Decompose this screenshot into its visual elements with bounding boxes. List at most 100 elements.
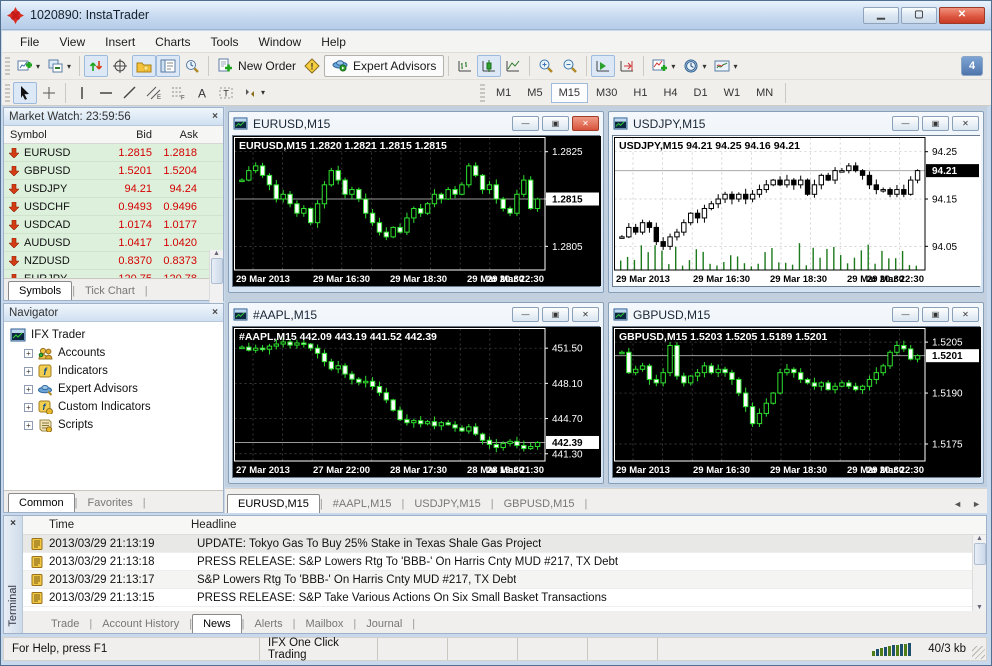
chart-window-eurusdm15[interactable]: EURUSD,M15—▣✕1.28251.28151.28051.2815EUR… <box>228 111 604 293</box>
chart-canvas[interactable]: 451.50 448.10 444.70 441.30 442.39 #AAPL,M15 … <box>232 326 601 478</box>
chart-canvas[interactable]: 1.28251.28151.28051.2815EURUSD,M15 1.282… <box>232 135 601 287</box>
auto-scroll-toggle[interactable] <box>591 55 616 77</box>
timeframe-d1[interactable]: D1 <box>686 83 716 103</box>
minimize-button[interactable]: ▁ <box>863 6 899 24</box>
chart-plot-eurusdm15[interactable]: 1.28251.28151.28051.2815EURUSD,M15 1.282… <box>233 136 601 286</box>
navigator-close-icon[interactable]: × <box>212 307 218 318</box>
terminal-tab-account-history[interactable]: Account History <box>92 615 189 633</box>
navigator-root[interactable]: IFX Trader <box>10 326 223 344</box>
market-watch-row-nzdusd[interactable]: NZDUSD 0.8370 0.8373 <box>4 252 223 270</box>
chart-window-titlebar[interactable]: EURUSD,M15 — ▣ ✕ <box>229 112 603 135</box>
line-chart-mode-button[interactable] <box>501 55 525 77</box>
cursor-tool[interactable] <box>13 81 37 104</box>
market-watch-row-gbpusd[interactable]: GBPUSD 1.5201 1.5204 <box>4 162 223 180</box>
expand-icon[interactable]: + <box>24 348 33 358</box>
chart-tab-usdjpy,m15[interactable]: USDJPY,M15 <box>404 495 490 513</box>
chart-restore-button[interactable]: ▣ <box>922 116 949 131</box>
column-time[interactable]: Time <box>23 519 191 531</box>
menu-view[interactable]: View <box>49 33 95 51</box>
metaeditor-button[interactable]: ! <box>300 55 324 77</box>
chart-canvas[interactable]: 94.25 94.15 94.05 94.21 USDJPY,M15 94.21 94.… <box>612 135 981 287</box>
chart-restore-button[interactable]: ▣ <box>542 307 569 322</box>
chart-close-button[interactable]: ✕ <box>572 307 599 322</box>
channel-tool[interactable]: E <box>142 82 166 104</box>
news-row[interactable]: 2013/03/29 21:13:15 PRESS RELEASE: S&P Ta… <box>23 589 986 607</box>
templates-button[interactable]: ▾ <box>710 55 741 77</box>
menu-insert[interactable]: Insert <box>95 33 145 51</box>
scroll-right-icon[interactable]: ► <box>972 499 981 509</box>
chart-window-titlebar[interactable]: GBPUSD,M15 — ▣ ✕ <box>609 303 983 326</box>
status-one-click-trading[interactable]: IFX One Click Trading <box>260 637 378 661</box>
column-bid[interactable]: Bid <box>96 129 152 141</box>
toolbar-grip[interactable] <box>5 57 10 75</box>
candlestick-mode-button[interactable] <box>477 55 502 77</box>
menu-tools[interactable]: Tools <box>201 33 249 51</box>
navigator-toggle[interactable] <box>132 55 157 77</box>
toolbar-grip[interactable] <box>480 83 486 102</box>
timeframe-h4[interactable]: H4 <box>655 83 685 103</box>
chart-minimize-button[interactable]: — <box>892 116 919 131</box>
timeframe-mn[interactable]: MN <box>748 83 781 103</box>
strategy-tester-button[interactable] <box>180 55 204 77</box>
chart-close-button[interactable]: ✕ <box>952 116 979 131</box>
timeframe-m5[interactable]: M5 <box>519 83 550 103</box>
chart-minimize-button[interactable]: — <box>892 307 919 322</box>
zoom-out-button[interactable] <box>558 55 582 77</box>
chart-restore-button[interactable]: ▣ <box>922 307 949 322</box>
market-watch-row-eurusd[interactable]: EURUSD 1.2815 1.2818 <box>4 144 223 162</box>
chart-shift-button[interactable] <box>615 55 639 77</box>
menu-help[interactable]: Help <box>311 33 356 51</box>
expand-icon[interactable]: + <box>24 402 33 412</box>
market-watch-toggle[interactable] <box>84 55 109 77</box>
chart-window-gbpusdm15[interactable]: GBPUSD,M15 — ▣ ✕ 1.5205 1.5190 1.5175 1.5201 GBP… <box>608 302 984 484</box>
tab-tick-chart[interactable]: Tick Chart <box>75 282 145 300</box>
timeframe-m1[interactable]: M1 <box>488 83 519 103</box>
indicators-button[interactable]: ▾ <box>648 55 679 77</box>
chart-close-button[interactable]: ✕ <box>952 307 979 322</box>
tab-symbols[interactable]: Symbols <box>8 281 73 300</box>
maximize-button[interactable]: ▢ <box>901 6 937 24</box>
chart-tab-#aapl,m15[interactable]: #AAPL,M15 <box>323 495 402 513</box>
chart-window-titlebar[interactable]: #AAPL,M15 — ▣ ✕ <box>229 303 603 326</box>
zoom-in-button[interactable] <box>534 55 558 77</box>
menu-file[interactable]: File <box>10 33 49 51</box>
navigator-item-accounts[interactable]: + Accounts <box>10 344 223 362</box>
new-chart-button[interactable]: ▾ <box>13 55 44 77</box>
tab-common[interactable]: Common <box>8 493 75 512</box>
data-window-button[interactable] <box>108 55 132 77</box>
new-order-button[interactable]: New Order <box>213 55 300 77</box>
chart-tab-gbpusd,m15[interactable]: GBPUSD,M15 <box>494 495 585 513</box>
terminal-tab-mailbox[interactable]: Mailbox <box>295 615 353 633</box>
expert-advisors-button[interactable]: Expert Advisors <box>324 55 445 77</box>
column-symbol[interactable]: Symbol <box>4 129 96 141</box>
toolbar-grip[interactable] <box>5 83 10 102</box>
news-row[interactable]: 2013/03/29 21:13:17 S&P Lowers Rtg To 'BB… <box>23 571 986 589</box>
chart-canvas[interactable]: 1.5205 1.5190 1.5175 1.5201 GBPUSD,M15 1.520… <box>612 326 981 478</box>
navigator-item-custom-indicators[interactable]: + f Custom Indicators <box>10 398 223 416</box>
market-watch-row-audusd[interactable]: AUDUSD 1.0417 1.0420 <box>4 234 223 252</box>
text-tool[interactable]: A <box>190 82 214 104</box>
timeframe-w1[interactable]: W1 <box>716 83 749 103</box>
column-ask[interactable]: Ask <box>152 129 200 141</box>
timeframe-h1[interactable]: H1 <box>625 83 655 103</box>
news-row[interactable]: 2013/03/29 21:13:18 PRESS RELEASE: S&P Lo… <box>23 553 986 571</box>
terminal-tab-journal[interactable]: Journal <box>356 615 412 633</box>
notification-badge[interactable]: 4 <box>961 56 983 76</box>
menu-charts[interactable]: Charts <box>145 33 200 51</box>
fibonacci-tool[interactable]: F <box>166 82 190 104</box>
crosshair-tool[interactable] <box>37 82 61 104</box>
menu-window[interactable]: Window <box>249 33 312 51</box>
expand-icon[interactable]: + <box>24 366 33 376</box>
expand-icon[interactable]: + <box>24 420 33 430</box>
chart-window-aaplm15[interactable]: #AAPL,M15 — ▣ ✕ 451.50 448.10 444.70 441.30 442.… <box>228 302 604 484</box>
scroll-left-icon[interactable]: ◄ <box>953 499 962 509</box>
trendline-tool[interactable] <box>118 82 142 104</box>
chart-close-button[interactable]: ✕ <box>572 116 599 131</box>
navigator-item-scripts[interactable]: + Scripts <box>10 416 223 434</box>
market-watch-row-usdchf[interactable]: USDCHF 0.9493 0.9496 <box>4 198 223 216</box>
close-button[interactable]: ✕ <box>939 6 985 24</box>
chart-window-usdjpym15[interactable]: USDJPY,M15 — ▣ ✕ 94.25 94.15 94.05 94.21 USDJPY,… <box>608 111 984 293</box>
horizontal-line-tool[interactable] <box>94 82 118 104</box>
chart-plot-gbpusdm15[interactable]: 1.5205 1.5190 1.5175 1.5201 GBPUSD,M15 1.520… <box>613 327 981 477</box>
bar-chart-mode-button[interactable] <box>453 55 477 77</box>
